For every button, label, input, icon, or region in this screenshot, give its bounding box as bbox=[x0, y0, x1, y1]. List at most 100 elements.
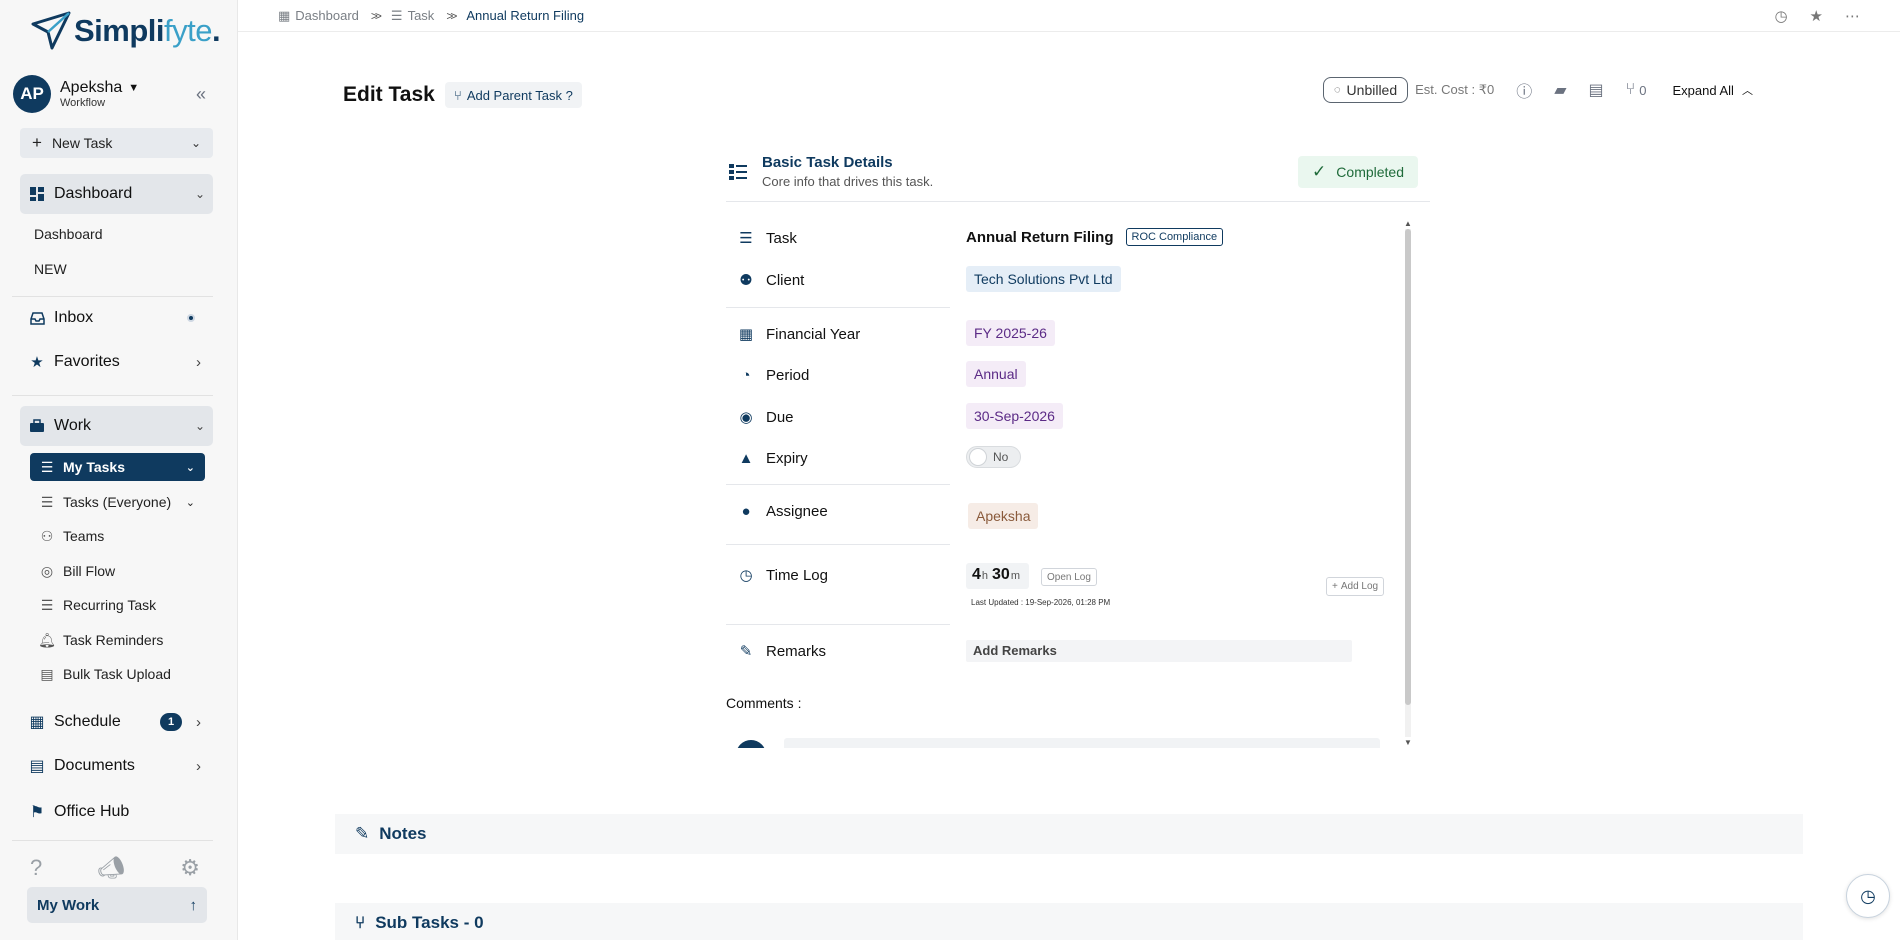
status-badge[interactable]: ✓ Completed bbox=[1298, 156, 1418, 188]
nav-work[interactable]: Work ⌄ bbox=[20, 406, 213, 446]
task-name: Annual Return Filing bbox=[966, 229, 1114, 246]
star-icon[interactable]: ★ bbox=[1810, 7, 1823, 25]
nav-documents-label: Documents bbox=[54, 757, 135, 774]
dashboard-icon bbox=[28, 185, 46, 203]
user-name: Apeksha bbox=[60, 79, 123, 97]
divider bbox=[726, 307, 950, 308]
nav-dashboard-label: Dashboard bbox=[54, 185, 133, 202]
calendar-clock-icon: ▦ bbox=[29, 714, 45, 731]
subtasks-section[interactable]: ⑂ Sub Tasks - 0 bbox=[335, 903, 1803, 940]
task-icon: ☰ bbox=[739, 230, 753, 247]
divider bbox=[12, 840, 213, 841]
expand-all-button[interactable]: Expand All ︿ bbox=[1673, 82, 1753, 98]
sidebar-item-new[interactable]: NEW bbox=[34, 261, 67, 277]
billing-status-button[interactable]: ◌ Unbilled bbox=[1323, 77, 1409, 103]
nav-schedule[interactable]: ▦ Schedule 1 › bbox=[20, 702, 213, 742]
check-icon: ✓ bbox=[1312, 162, 1327, 181]
timer-fab-button[interactable]: ◷ bbox=[1846, 874, 1890, 918]
sidebar-item-label: My Tasks bbox=[63, 459, 125, 475]
card-title: Basic Task Details bbox=[762, 154, 893, 171]
dashboard-icon: ▦ bbox=[278, 7, 291, 23]
schedule-count-badge: 1 bbox=[160, 713, 182, 731]
financial-year-value[interactable]: FY 2025-26 bbox=[966, 320, 1055, 346]
expiry-toggle[interactable]: No bbox=[966, 446, 1021, 468]
recurring-task-icon: ☰ bbox=[40, 596, 54, 613]
nav-inbox[interactable]: Inbox bbox=[20, 298, 213, 338]
add-parent-task-button[interactable]: ⑂ Add Parent Task ? bbox=[445, 82, 582, 108]
more-icon[interactable]: ⋯ bbox=[1845, 7, 1860, 25]
breadcrumb-task[interactable]: ☰ Task bbox=[391, 8, 434, 24]
teams-icon: ⚇ bbox=[40, 527, 54, 544]
user-menu[interactable]: AP Apeksha ▼ Workflow bbox=[13, 74, 213, 114]
field-remarks: ✎ Remarks bbox=[736, 641, 826, 661]
person-icon: ● bbox=[741, 502, 751, 520]
help-icon[interactable]: ? bbox=[30, 855, 42, 881]
top-actions: ◷ ★ ⋯ bbox=[1774, 7, 1860, 25]
subtasks-title: Sub Tasks - 0 bbox=[375, 913, 484, 932]
scroll-up-icon[interactable]: ▲ bbox=[1404, 219, 1412, 228]
nav-favorites[interactable]: ★ Favorites › bbox=[20, 342, 213, 382]
open-log-button[interactable]: Open Log bbox=[1041, 568, 1097, 586]
new-task-button[interactable]: + New Task ⌄ bbox=[20, 128, 213, 158]
sidebar-item-teams[interactable]: ⚇ Teams bbox=[30, 522, 205, 550]
due-value[interactable]: 30-Sep-2026 bbox=[966, 403, 1063, 429]
nav-office-hub[interactable]: ⚑ Office Hub bbox=[20, 792, 213, 832]
comment-input[interactable] bbox=[784, 738, 1380, 748]
estimated-cost: Est. Cost : ₹0 bbox=[1415, 82, 1495, 97]
sidebar-item-tasks-everyone[interactable]: ☰ Tasks (Everyone) ⌄ bbox=[30, 488, 205, 516]
divider bbox=[12, 296, 213, 297]
chevron-down-icon: ⌄ bbox=[185, 496, 195, 509]
sidebar-item-recurring-task[interactable]: ☰ Recurring Task bbox=[30, 591, 205, 619]
sidebar-item-dashboard[interactable]: Dashboard bbox=[34, 226, 103, 242]
nav-documents[interactable]: ▤ Documents › bbox=[20, 746, 213, 786]
document-icon: ▤ bbox=[29, 758, 45, 775]
sidebar-item-bulk-task-upload[interactable]: ▤ Bulk Task Upload bbox=[30, 660, 205, 688]
nav-inbox-label: Inbox bbox=[54, 309, 94, 326]
card-scrollbar[interactable]: ▲ ▼ bbox=[1404, 219, 1412, 749]
nav-schedule-label: Schedule bbox=[54, 713, 121, 730]
sidebar-item-bill-flow[interactable]: ◎ Bill Flow bbox=[30, 557, 205, 585]
plus-icon: + bbox=[1332, 581, 1338, 592]
subtask-count[interactable]: ⑂ 0 bbox=[1626, 81, 1647, 99]
notes-section[interactable]: ✎ Notes bbox=[335, 814, 1803, 854]
due-clock-icon: ◉ bbox=[739, 409, 753, 426]
nav-dashboard[interactable]: Dashboard ⌄ bbox=[20, 174, 213, 214]
task-tag[interactable]: ROC Compliance bbox=[1125, 228, 1224, 246]
sidebar-item-my-tasks[interactable]: ☰ My Tasks ⌄ bbox=[30, 453, 205, 481]
logo-mark-icon bbox=[31, 11, 71, 50]
add-log-button[interactable]: + Add Log bbox=[1326, 577, 1385, 596]
field-financial-year: ▦ Financial Year bbox=[736, 324, 860, 344]
announcement-icon[interactable]: 📣︎ bbox=[97, 855, 125, 881]
sidebar-item-label: Bulk Task Upload bbox=[63, 666, 171, 682]
field-expiry: ▲ Expiry bbox=[736, 448, 808, 468]
brand-logo[interactable]: Simplifyte. bbox=[30, 8, 221, 54]
client-icon: ⚉ bbox=[739, 272, 753, 289]
notes-icon: ✎ bbox=[355, 824, 370, 843]
folder-icon[interactable]: ▰ bbox=[1554, 80, 1566, 100]
my-work-button[interactable]: My Work ↑ bbox=[27, 887, 207, 923]
scroll-down-icon[interactable]: ▼ bbox=[1404, 738, 1412, 747]
plus-icon: + bbox=[32, 133, 42, 152]
client-value[interactable]: Tech Solutions Pvt Ltd bbox=[966, 266, 1121, 292]
info-icon[interactable]: ⓘ bbox=[1516, 78, 1532, 102]
bill-flow-icon: ◎ bbox=[40, 562, 54, 579]
scrollbar-thumb[interactable] bbox=[1405, 229, 1411, 705]
briefcase-icon bbox=[28, 417, 46, 435]
remarks-input[interactable]: Add Remarks bbox=[966, 640, 1352, 662]
field-task: ☰ Task bbox=[736, 228, 797, 248]
history-icon[interactable]: ◷ bbox=[1774, 7, 1787, 25]
chevron-right-icon: › bbox=[196, 713, 201, 731]
collapse-sidebar-icon[interactable]: « bbox=[196, 84, 206, 105]
card-subtitle: Core info that drives this task. bbox=[762, 174, 934, 189]
arrow-up-icon: ↑ bbox=[189, 896, 198, 914]
divider bbox=[726, 624, 950, 625]
billing-doc-icon[interactable]: ▤ bbox=[1589, 80, 1604, 100]
assignee-value[interactable]: Apeksha bbox=[968, 503, 1039, 529]
period-value[interactable]: Annual bbox=[966, 361, 1026, 387]
sidebar-item-task-reminders[interactable]: 🔔︎ Task Reminders bbox=[30, 626, 205, 654]
breadcrumb-dashboard[interactable]: ▦ Dashboard bbox=[278, 8, 359, 24]
field-due: ◉ Due bbox=[736, 407, 793, 427]
office-hub-icon: ⚑ bbox=[29, 804, 45, 821]
user-subtitle: Workflow bbox=[60, 96, 106, 109]
settings-icon[interactable]: ⚙ bbox=[180, 855, 200, 881]
